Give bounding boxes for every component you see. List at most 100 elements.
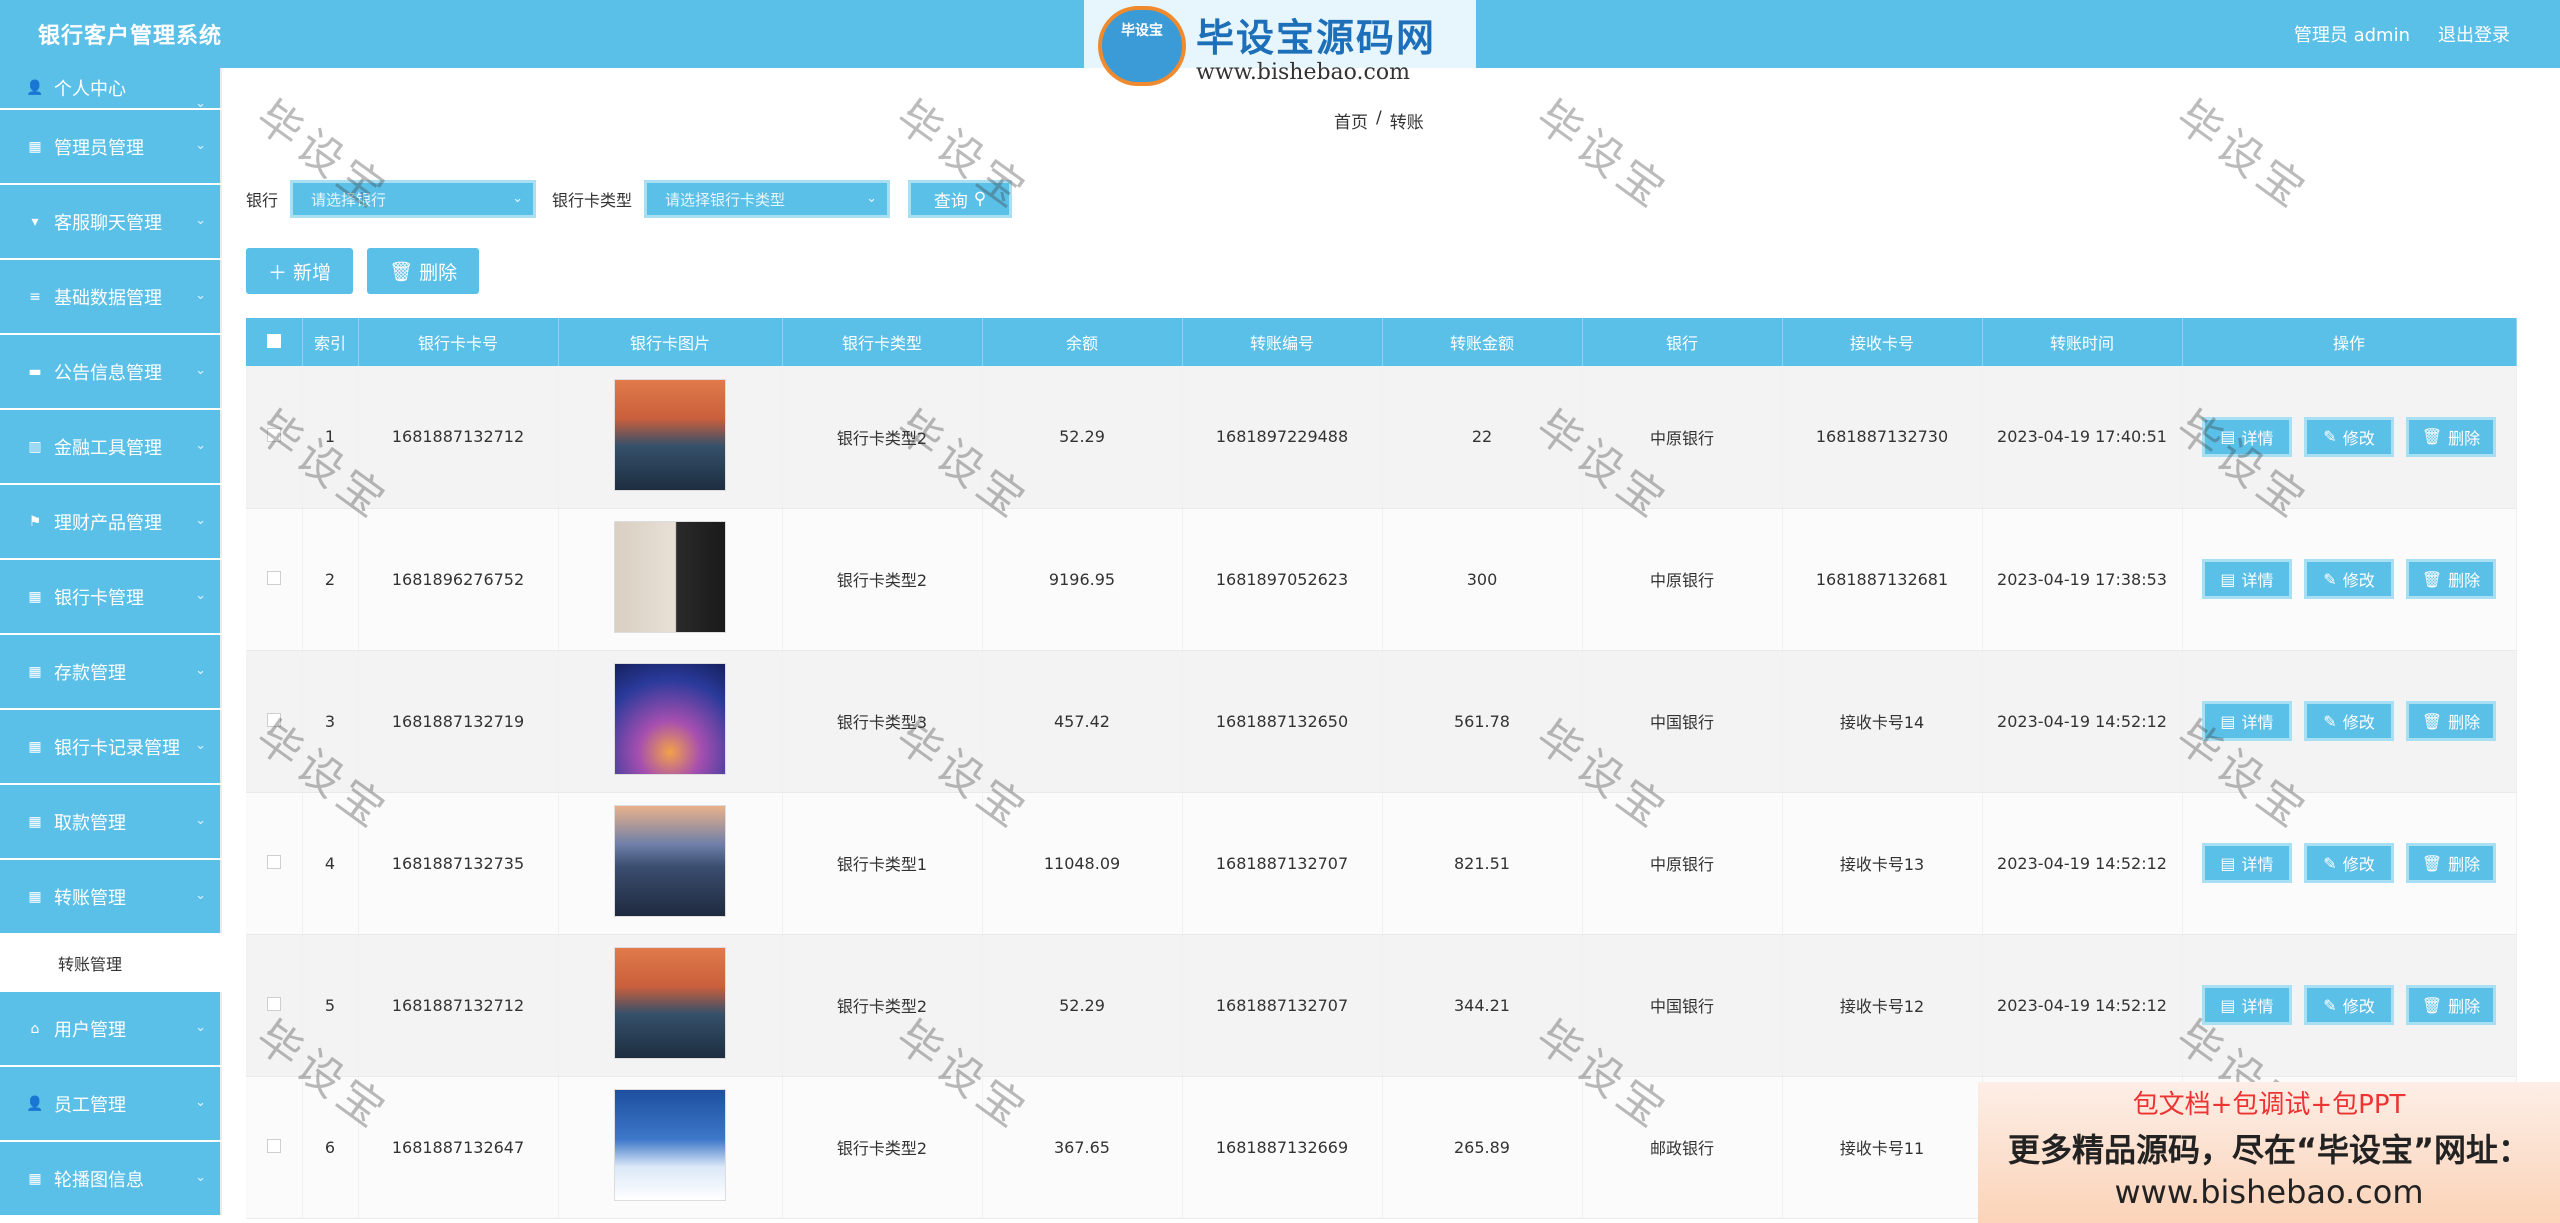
sidebar-item[interactable]: ⚑ 理财产品管理 ⌄ [0, 485, 222, 558]
detail-button-label: 详情 [2241, 855, 2274, 874]
card-type-filter-label: 银行卡类型 [552, 191, 633, 210]
cell-receiver: 1681887132681 [1782, 508, 1983, 651]
sidebar-item[interactable]: ▾ 客服聊天管理 ⌄ [0, 185, 222, 258]
edit-button[interactable]: ✎修改 [2304, 416, 2394, 457]
logout-link[interactable]: 退出登录 [2438, 21, 2510, 47]
cell-index: 3 [302, 650, 359, 793]
row-checkbox[interactable] [266, 428, 281, 443]
sidebar-item-label: 管理员管理 [54, 137, 144, 159]
cell-balance: 11048.09 [982, 792, 1183, 935]
detail-button[interactable]: ▤详情 [2202, 701, 2292, 741]
snow-house-image [614, 1089, 726, 1201]
row-delete-button-label: 删除 [2448, 571, 2481, 590]
sidebar-item[interactable]: 👤 员工管理 ⌄ [0, 1067, 222, 1140]
cell-card-type: 银行卡类型3 [782, 650, 983, 793]
detail-button[interactable]: ▤详情 [2202, 985, 2292, 1025]
detail-button[interactable]: ▤ 详情 [2202, 843, 2292, 883]
sidebar-item[interactable]: ▦ 银行卡记录管理 ⌄ [0, 710, 222, 783]
bank-icon: ⌂ [30, 1020, 40, 1037]
sidebar-item[interactable]: ▦ 银行卡管理 ⌄ [0, 560, 222, 633]
column-header: 转账时间 [1982, 318, 2183, 366]
sidebar-item-label: 个人中心 [54, 79, 126, 100]
sidebar-item-label: 公告信息管理 [54, 362, 162, 384]
add-button[interactable]: ＋ 新增 [246, 248, 354, 294]
breadcrumb: 首页 / 转账 [1334, 108, 1424, 133]
edit-button-label: 修改 [2342, 997, 2375, 1016]
cell-balance: 9196.95 [982, 508, 1183, 651]
search-icon: ⚲ [973, 189, 987, 209]
edit-button-label: 修改 [2342, 571, 2375, 590]
card-type-select[interactable]: 请选择银行卡类型 ⌄ [644, 180, 891, 218]
select-all-checkbox[interactable] [266, 333, 281, 348]
sidebar-item[interactable]: ▦ 管理员管理 ⌄ [0, 110, 222, 183]
cell-index: 6 [302, 1076, 359, 1219]
cell-transfer-no: 1681887132707 [1182, 934, 1383, 1077]
row-select-cell [246, 650, 303, 793]
row-select-cell [246, 508, 303, 651]
row-checkbox[interactable] [266, 1138, 281, 1153]
row-delete-button[interactable]: 🗑删除 [2406, 701, 2496, 741]
cell-bank: 中原银行 [1582, 792, 1783, 935]
cell-amount: 300 [1382, 508, 1583, 651]
row-delete-button[interactable]: 🗑删除 [2406, 843, 2496, 883]
edit-button[interactable]: ✎修改 [2304, 985, 2394, 1025]
cell-time: 2023-04-19 17:38:53 [1982, 508, 2183, 651]
detail-button[interactable]: ▤详情 [2202, 559, 2292, 599]
row-checkbox[interactable] [266, 996, 281, 1011]
row-operations: ▤ 详情 ✎ 修改 🗑 删除 [2182, 650, 2517, 793]
column-header: 余额 [982, 318, 1183, 366]
bank-select[interactable]: 请选择银行 ⌄ [290, 180, 537, 218]
sidebar-item-label: 用户管理 [54, 1019, 126, 1041]
row-delete-button[interactable]: 🗑删除 [2406, 559, 2496, 599]
sidebar-item[interactable]: ▦ 存款管理 ⌄ [0, 635, 222, 708]
delete-button[interactable]: 🗑 删除 [367, 248, 480, 294]
sidebar-subitem-transfer[interactable]: 转账管理 [0, 935, 222, 990]
detail-button-label: 详情 [2241, 713, 2274, 732]
sidebar-item[interactable]: ▦ 轮播图信息 ⌄ [0, 1142, 222, 1215]
sidebar-item[interactable]: ▬ 公告信息管理 ⌄ [0, 335, 222, 408]
sidebar-item[interactable]: ⌂ 用户管理 ⌄ [0, 992, 222, 1065]
sidebar-item[interactable]: ▥ 金融工具管理 ⌄ [0, 410, 222, 483]
cell-card-no: 1681887132712 [358, 366, 559, 509]
cell-balance: 52.29 [982, 934, 1183, 1077]
row-checkbox[interactable] [266, 712, 281, 727]
cell-transfer-no: 1681887132707 [1182, 792, 1383, 935]
sidebar-item[interactable]: ≡ 基础数据管理 ⌄ [0, 260, 222, 333]
grid-icon: ▦ [28, 663, 42, 680]
row-checkbox[interactable] [266, 570, 281, 585]
edit-button[interactable]: ✎修改 [2304, 843, 2394, 883]
detail-icon: ▤ [2220, 853, 2236, 873]
chevron-down-icon: ⌄ [195, 663, 206, 678]
cell-amount: 265.89 [1382, 1076, 1583, 1219]
row-operations: ▤ 详情 ✎ 修改 🗑 删除 [2182, 934, 2517, 1077]
flag-icon: ⚑ [28, 513, 42, 530]
message-icon: ▬ [28, 363, 42, 380]
sidebar-item[interactable]: 👤 个人中心 ⌄ [0, 68, 222, 111]
cell-amount: 561.78 [1382, 650, 1583, 793]
query-button[interactable]: 查询 ⚲ [908, 180, 1013, 218]
add-button-label: 新增 [293, 261, 332, 284]
cell-bank: 中国银行 [1582, 934, 1783, 1077]
chevron-down-icon: ⌄ [866, 191, 878, 206]
detail-button[interactable]: ▤详情 [2202, 416, 2292, 457]
detail-icon: ▤ [2220, 569, 2236, 589]
row-select-cell [246, 934, 303, 1077]
row-delete-button[interactable]: 🗑删除 [2406, 985, 2496, 1025]
card-image-cell [558, 366, 783, 509]
column-header: 银行卡卡号 [358, 318, 559, 366]
table-row: 2 1681896276752 银行卡类型2 9196.95 1681897052623… [246, 508, 2517, 651]
grid-icon: ▦ [28, 138, 42, 155]
grid-icon: ▦ [28, 588, 42, 605]
breadcrumb-home[interactable]: 首页 [1334, 108, 1368, 133]
user-icon: 👤 [26, 1095, 44, 1112]
sidebar-item[interactable]: ▦ 取款管理 ⌄ [0, 785, 222, 858]
edit-button[interactable]: ✎修改 [2304, 559, 2394, 599]
edit-button[interactable]: ✎修改 [2304, 701, 2394, 741]
row-checkbox[interactable] [266, 854, 281, 869]
cell-time: 2023-04-19 14:52:12 [1982, 792, 2183, 935]
row-delete-button[interactable]: 🗑删除 [2406, 416, 2496, 457]
cell-bank: 中原银行 [1582, 366, 1783, 509]
sidebar-item-label: 理财产品管理 [54, 512, 162, 534]
sidebar-item[interactable]: ▦ 转账管理 ⌄ [0, 860, 222, 933]
main-content: 首页 / 转账 银行 请选择银行 ⌄ 银行卡类型 请选择银行卡类型 ⌄ 查询 ⚲… [222, 68, 2560, 1223]
